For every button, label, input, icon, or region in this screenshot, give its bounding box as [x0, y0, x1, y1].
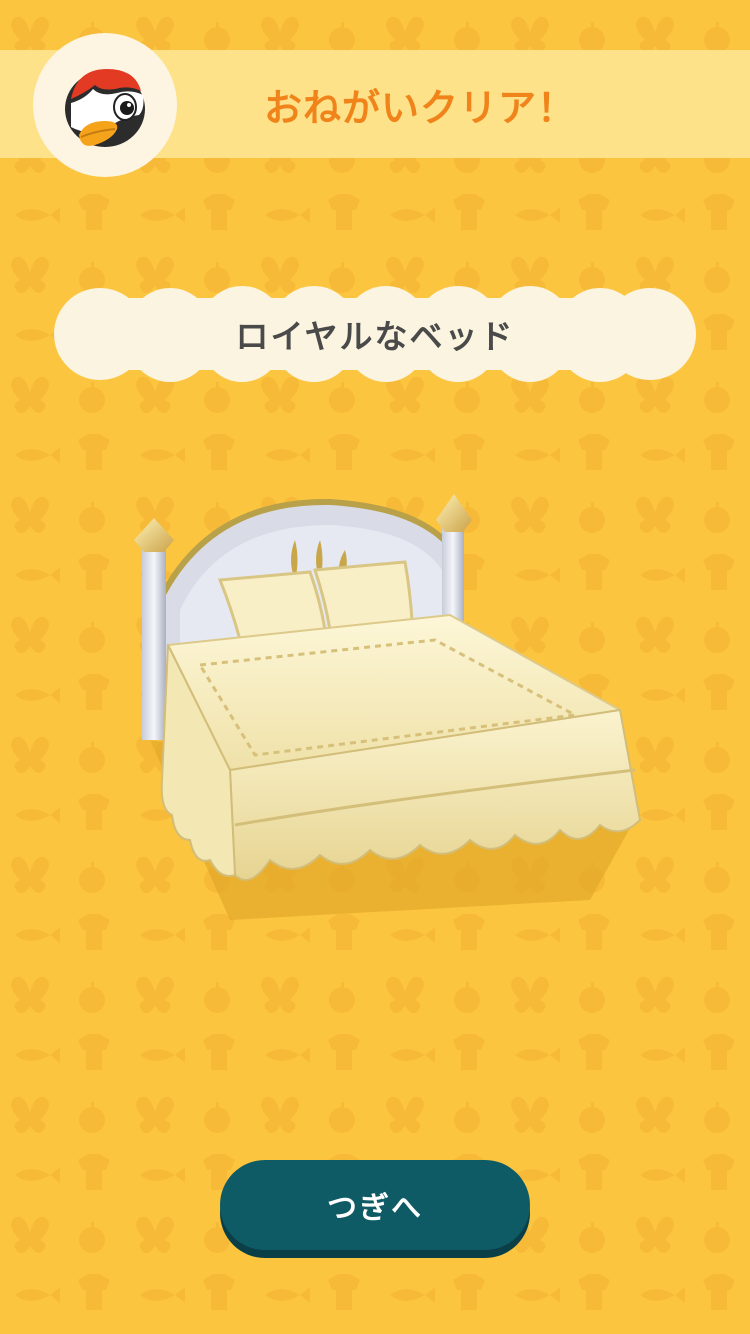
royal-bed-image — [134, 494, 642, 920]
penguin-villager-icon — [65, 69, 145, 147]
page-title: おねがいクリア！ — [263, 85, 576, 130]
next-button[interactable]: つぎへ — [220, 1160, 530, 1258]
next-button-label: つぎへ — [327, 1192, 423, 1225]
next-button-face[interactable]: つぎへ — [220, 1160, 530, 1250]
item-name: ロイヤルなベッド — [235, 317, 515, 356]
avatar — [33, 33, 177, 177]
